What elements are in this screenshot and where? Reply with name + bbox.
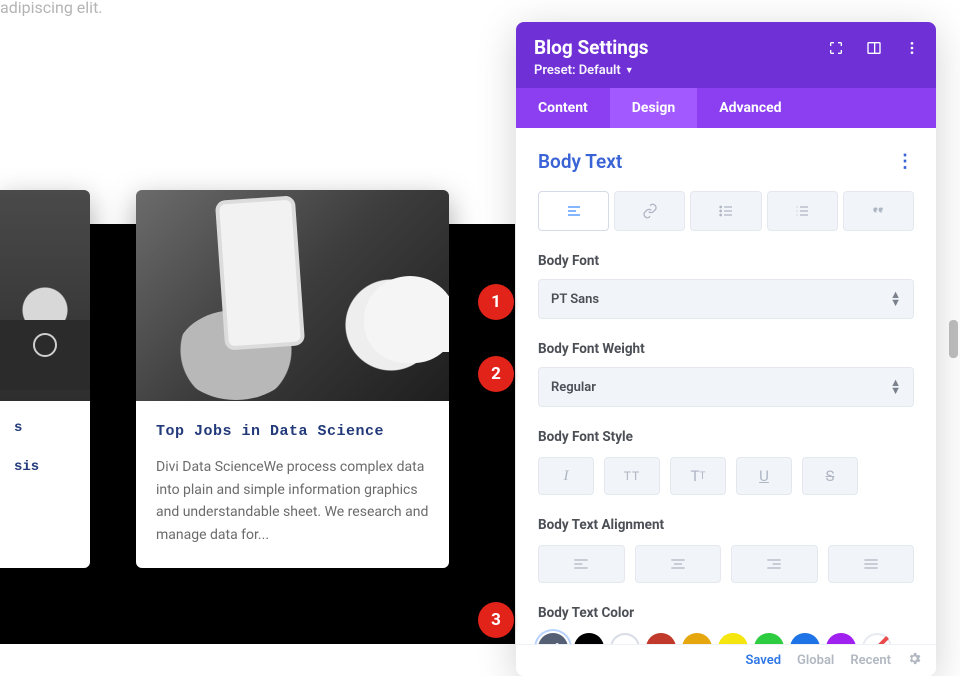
card-excerpt: Divi Data ScienceWe process complex data… <box>156 456 429 547</box>
laptop-icon <box>0 190 90 401</box>
panel-footer: Saved Global Recent <box>516 644 936 676</box>
tab-advanced[interactable]: Advanced <box>697 88 803 128</box>
list-ol-icon <box>794 203 810 219</box>
layout-toggle-icon[interactable] <box>860 34 888 62</box>
section-kebab-icon[interactable]: ⋮ <box>896 153 914 171</box>
body-text-color-label: Body Text Color <box>538 605 914 621</box>
body-font-weight-label: Body Font Weight <box>538 341 914 357</box>
align-left-button[interactable] <box>538 545 625 583</box>
blog-card-partial: s sis <box>0 190 90 568</box>
strikethrough-button[interactable]: S <box>802 457 858 495</box>
swatch-green[interactable] <box>754 633 784 644</box>
panel-tabs: Content Design Advanced <box>516 88 936 128</box>
alignment-buttons <box>538 545 914 583</box>
color-swatches <box>538 633 914 644</box>
body-font-weight-select[interactable]: Regular ▲▼ <box>538 367 914 407</box>
align-justify-button[interactable] <box>828 545 915 583</box>
scrollbar-thumb[interactable] <box>949 320 958 358</box>
body-font-value: PT Sans <box>551 292 599 307</box>
footer-global[interactable]: Global <box>797 653 834 668</box>
page-preview: adipiscing elit. s sis Top Jobs in Data … <box>0 0 515 676</box>
uppercase-button[interactable]: TT <box>604 457 660 495</box>
swatch-purple[interactable] <box>826 633 856 644</box>
expand-icon[interactable] <box>822 34 850 62</box>
body-text-alignment-label: Body Text Alignment <box>538 517 914 533</box>
callout-1: 1 <box>478 284 514 320</box>
italic-button[interactable]: I <box>538 457 594 495</box>
blog-settings-panel: Blog Settings Preset: Default ▼ Content … <box>516 22 936 676</box>
list-ul-icon <box>718 203 734 219</box>
align-left-icon <box>566 203 582 219</box>
mug-shape <box>364 276 449 363</box>
swatch-orange[interactable] <box>682 633 712 644</box>
card-image <box>136 190 449 401</box>
tab-design[interactable]: Design <box>610 88 697 128</box>
font-style-buttons: I TT TT U S <box>538 457 914 495</box>
blog-card[interactable]: Top Jobs in Data Science Divi Data Scien… <box>136 190 449 568</box>
callout-3: 3 <box>478 602 514 638</box>
sort-caret-icon: ▲▼ <box>890 291 901 306</box>
align-right-button[interactable] <box>731 545 818 583</box>
gear-icon[interactable] <box>907 651 922 670</box>
kebab-menu-icon[interactable] <box>898 34 926 62</box>
panel-body: Body Text ⋮ Body Font PT Sans ▲▼ <box>516 128 936 644</box>
quote-icon <box>870 203 886 219</box>
body-font-weight-value: Regular <box>551 380 596 395</box>
swatch-blue[interactable] <box>790 633 820 644</box>
link-icon <box>642 203 658 219</box>
card-image <box>0 190 90 401</box>
body-font-style-label: Body Font Style <box>538 429 914 445</box>
align-center-button[interactable] <box>635 545 722 583</box>
seg-ol[interactable] <box>767 191 838 231</box>
card-title: s sis <box>14 419 76 478</box>
seg-quote[interactable] <box>843 191 914 231</box>
footer-recent[interactable]: Recent <box>850 653 891 668</box>
color-picker-button[interactable] <box>538 633 568 644</box>
seg-ul[interactable] <box>690 191 761 231</box>
swatch-yellow[interactable] <box>718 633 748 644</box>
seg-paragraph[interactable] <box>538 191 609 231</box>
card-title[interactable]: Top Jobs in Data Science <box>156 423 429 440</box>
sort-caret-icon: ▲▼ <box>890 379 901 394</box>
phone-shape <box>215 195 305 350</box>
preset-dropdown[interactable]: Preset: Default ▼ <box>534 63 918 78</box>
seg-link[interactable] <box>614 191 685 231</box>
panel-header: Blog Settings Preset: Default ▼ <box>516 22 936 88</box>
text-element-selector <box>538 191 914 231</box>
underline-button[interactable]: U <box>736 457 792 495</box>
lorem-fragment: adipiscing elit. <box>0 0 103 17</box>
caret-down-icon: ▼ <box>625 65 634 76</box>
body-font-label: Body Font <box>538 253 914 269</box>
swatch-black[interactable] <box>574 633 604 644</box>
tab-content[interactable]: Content <box>516 88 610 128</box>
swatch-none[interactable] <box>862 633 892 644</box>
preset-label: Preset: Default <box>534 63 621 78</box>
smallcaps-button[interactable]: TT <box>670 457 726 495</box>
body-font-select[interactable]: PT Sans ▲▼ <box>538 279 914 319</box>
section-title[interactable]: Body Text <box>538 150 622 173</box>
swatch-darkred[interactable] <box>646 633 676 644</box>
footer-saved[interactable]: Saved <box>745 653 781 668</box>
swatch-white[interactable] <box>610 633 640 644</box>
callout-2: 2 <box>478 356 514 392</box>
